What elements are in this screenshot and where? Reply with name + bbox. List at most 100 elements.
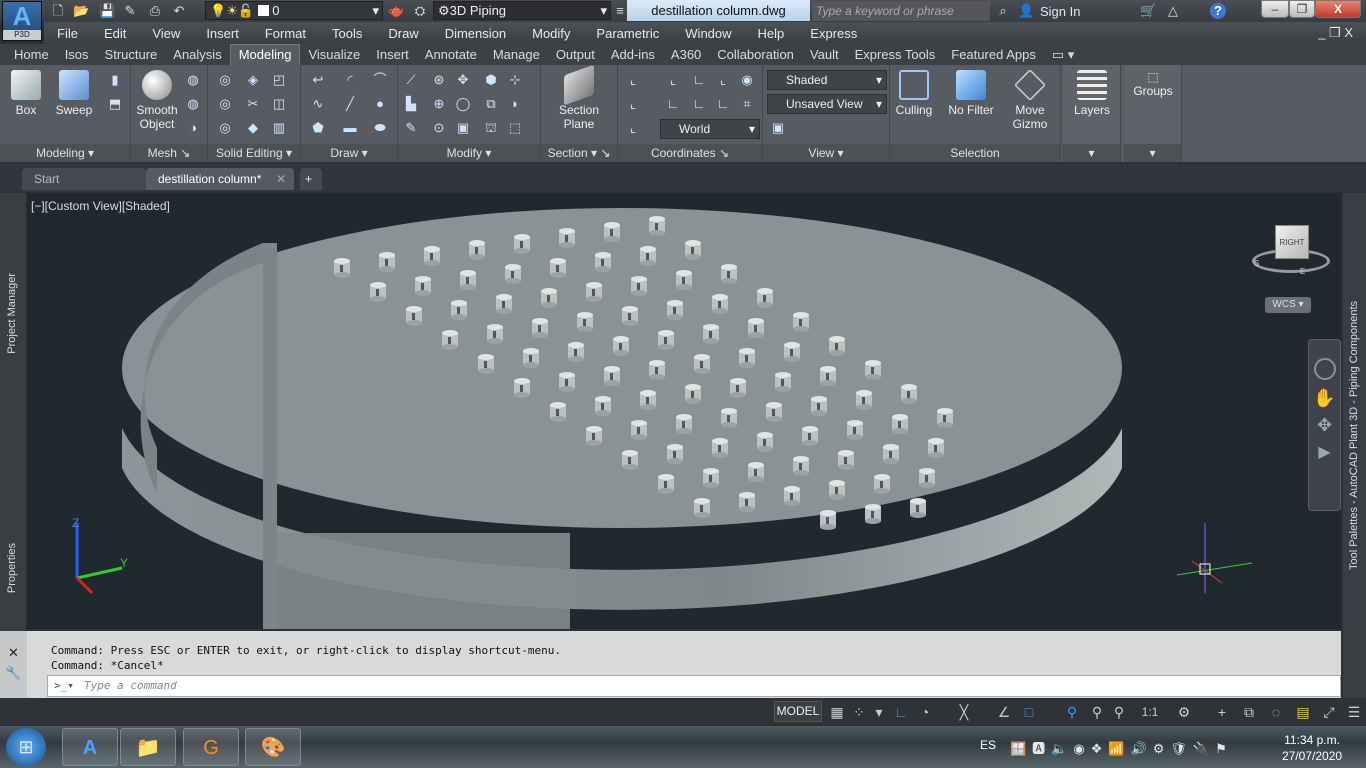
smooth-object-button[interactable]: Smooth Object xyxy=(133,70,181,131)
viewport-config-icon[interactable]: ▣ xyxy=(769,119,787,137)
layers-expand[interactable]: ▾ xyxy=(1063,144,1120,162)
match-properties-icon[interactable]: ⛭ xyxy=(412,3,428,19)
offset-icon[interactable]: ◯ xyxy=(454,95,472,113)
polyline-icon[interactable]: ↩ xyxy=(309,71,327,89)
refine-icon[interactable]: ◑ xyxy=(184,119,202,137)
polar-icon[interactable]: ◔ xyxy=(916,703,934,721)
viewport-controls[interactable]: [−][Custom View][Shaded] xyxy=(31,199,170,213)
panel-title-section[interactable]: Section ▾ ↘ xyxy=(541,144,617,162)
tab-isos[interactable]: Isos xyxy=(57,45,97,65)
cart-icon[interactable]: 🛒 xyxy=(1140,3,1156,19)
no-filter-button[interactable]: No Filter xyxy=(944,70,998,117)
tab-express-tools[interactable]: Express Tools xyxy=(847,45,944,65)
app-menu-button[interactable]: A P3D xyxy=(2,1,42,41)
tab-structure[interactable]: Structure xyxy=(97,45,166,65)
object-snap-tracking-icon[interactable]: ∠ xyxy=(995,703,1013,721)
tab-collaboration[interactable]: Collaboration xyxy=(709,45,802,65)
annotation-visibility-icon[interactable]: ⚲ xyxy=(1063,703,1081,721)
taskbar-file-explorer[interactable]: 📁 xyxy=(120,728,176,766)
menu-edit[interactable]: Edit xyxy=(91,26,139,41)
panel-title-modeling[interactable]: Modeling ▾ xyxy=(0,144,130,162)
showmotion-icon[interactable]: ▶ xyxy=(1309,442,1340,462)
mesh-smooth-icon[interactable]: ◍ xyxy=(184,95,202,113)
stretch-icon[interactable]: ▣ xyxy=(454,119,472,137)
help-icon[interactable]: ? xyxy=(1210,3,1226,19)
layers-button[interactable]: Layers xyxy=(1067,70,1117,117)
save-icon[interactable]: 💾 xyxy=(99,3,115,19)
intersect-icon[interactable]: ◎ xyxy=(216,119,234,137)
restore-button[interactable]: ❐ xyxy=(1289,0,1315,18)
isolate-objects-icon[interactable]: ⧉ xyxy=(1240,703,1258,721)
tab-home[interactable]: Home xyxy=(6,45,57,65)
panel-title-solid-editing[interactable]: Solid Editing ▾ xyxy=(208,144,300,162)
menu-file[interactable]: File xyxy=(44,26,91,41)
hardware-acceleration-icon[interactable]: ◌ xyxy=(1267,703,1285,721)
presspull-icon[interactable]: ⬒ xyxy=(106,95,124,113)
tab-insert[interactable]: Insert xyxy=(368,45,417,65)
slice-icon[interactable]: ◈ xyxy=(244,71,262,89)
ucs-face-icon[interactable]: ∟ xyxy=(664,95,682,113)
ucs-dropdown[interactable]: World ▾ xyxy=(660,119,760,139)
sweep-button[interactable]: Sweep xyxy=(52,70,96,117)
ucs-origin-icon[interactable]: ⌞ xyxy=(664,71,682,89)
ucs-object-icon[interactable]: ◉ xyxy=(738,71,756,89)
interfere-icon[interactable]: ✂ xyxy=(244,95,262,113)
extract-edges-icon[interactable]: ◰ xyxy=(270,71,288,89)
ucs-3point-icon[interactable]: ∟ xyxy=(714,95,732,113)
orbit-icon[interactable]: ✥ xyxy=(1309,415,1340,436)
ucs-icon-props[interactable]: ⌗ xyxy=(738,95,756,113)
named-view-dropdown[interactable]: Unsaved View ▾ xyxy=(767,94,887,114)
clock[interactable]: 11:34 p.m. 27/07/2020 xyxy=(1282,732,1342,764)
workspace-dropdown[interactable]: ⚙3D Piping ▾ xyxy=(433,1,611,20)
helix-icon[interactable]: ∿ xyxy=(309,95,327,113)
start-button[interactable]: ⊞ xyxy=(6,728,46,766)
binoculars-icon[interactable]: ⌕ xyxy=(995,3,1011,19)
system-tray-icons[interactable]: 🪟🅰🔈◉❖📶🔊⚙🛡🔌⚑ xyxy=(1010,738,1233,757)
tab-add-ins[interactable]: Add-ins xyxy=(603,45,663,65)
chevron-down-icon[interactable]: ▾ xyxy=(870,703,888,721)
file-tab-start[interactable]: Start xyxy=(22,168,146,190)
isodraft-icon[interactable]: ╳ xyxy=(955,703,973,721)
menu-format[interactable]: Format xyxy=(252,26,319,41)
fullscreen-icon[interactable]: ⤢ xyxy=(1320,703,1338,721)
panel-title-selection[interactable]: Selection xyxy=(890,144,1060,162)
tab-a360[interactable]: A360 xyxy=(663,45,709,65)
subtract-icon[interactable]: ◎ xyxy=(216,95,234,113)
tab-analysis[interactable]: Analysis xyxy=(165,45,229,65)
command-input[interactable]: >_▾ Type a command xyxy=(47,675,1341,697)
menu-insert[interactable]: Insert xyxy=(193,26,252,41)
doc-window-controls[interactable]: _ ❐ X xyxy=(1305,25,1366,41)
panel-title-mesh[interactable]: Mesh ↘ xyxy=(131,144,207,162)
groups-button[interactable]: ⬚ Groups xyxy=(1128,70,1178,98)
save-as-icon[interactable]: ✎ xyxy=(122,3,138,19)
trim-icon[interactable]: ✎ xyxy=(402,119,420,137)
panel-title-coordinates[interactable]: Coordinates ↘ xyxy=(618,144,762,162)
pan-icon[interactable]: ✋ xyxy=(1309,388,1340,409)
tab-vault[interactable]: Vault xyxy=(802,45,847,65)
autodesk-app-icon[interactable]: △ xyxy=(1165,3,1181,19)
panel-title-modify[interactable]: Modify ▾ xyxy=(398,144,540,162)
snap-icon[interactable]: ⁘ xyxy=(850,703,868,721)
extrude-icon[interactable]: ▮ xyxy=(106,71,124,89)
viewcube-face[interactable]: RIGHT xyxy=(1275,225,1309,259)
clean-screen-icon[interactable]: ▤ xyxy=(1294,703,1312,721)
line-icon[interactable]: ╱ xyxy=(341,95,359,113)
arc-icon[interactable]: ◜ xyxy=(341,71,359,89)
menu-parametric[interactable]: Parametric xyxy=(583,26,672,41)
copy-icon[interactable]: ⧉ xyxy=(482,95,500,113)
properties-tab[interactable]: Properties xyxy=(6,543,18,593)
close-tab-icon[interactable]: ✕ xyxy=(276,168,286,190)
tab-manage[interactable]: Manage xyxy=(485,45,548,65)
customization-menu-icon[interactable]: ☰ xyxy=(1345,703,1363,721)
osnap-icon[interactable]: □ xyxy=(1020,703,1038,721)
drawing-viewport[interactable]: Z Y [−][Custom View][Shaded] RIGHT S E W… xyxy=(27,193,1341,629)
customize-qat-icon[interactable]: ≡ xyxy=(612,3,628,19)
menu-draw[interactable]: Draw xyxy=(375,26,431,41)
tab-output[interactable]: Output xyxy=(548,45,603,65)
command-grip[interactable]: ✕ 🔧 xyxy=(0,631,27,698)
model-space-button[interactable]: MODEL xyxy=(774,701,822,722)
menu-express[interactable]: Express xyxy=(797,26,870,41)
taskbar-paint[interactable]: 🎨 xyxy=(245,728,301,766)
menu-help[interactable]: Help xyxy=(745,26,798,41)
menu-dimension[interactable]: Dimension xyxy=(432,26,519,41)
